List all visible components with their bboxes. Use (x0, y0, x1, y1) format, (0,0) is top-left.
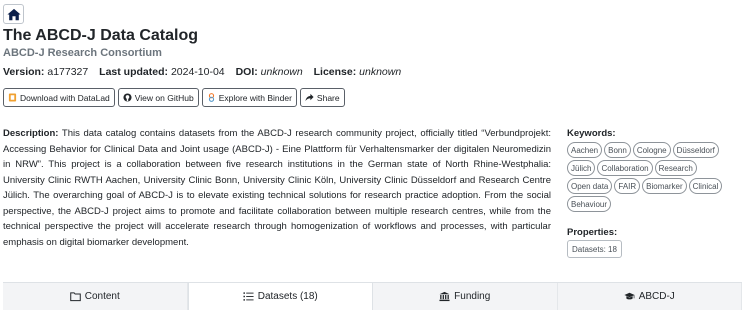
keyword-badge[interactable]: Clinical (688, 178, 723, 194)
page-subtitle: ABCD-J Research Consortium (3, 47, 162, 59)
graduation-cap-icon (624, 292, 635, 300)
description-label: Description: (3, 128, 59, 139)
catalog-description: Description: This data catalog contains … (3, 126, 551, 250)
home-icon (6, 8, 21, 20)
keyword-badge[interactable]: Behaviour (567, 196, 612, 212)
binder-icon (208, 93, 214, 102)
tab-content-label: Content (84, 291, 120, 302)
tab-content[interactable]: Content (3, 283, 188, 310)
description-text: This data catalog contains datasets from… (3, 128, 551, 248)
download-datalad-button[interactable]: Download with DataLad (3, 88, 115, 107)
share-label: Share (316, 92, 340, 103)
catalog-metadata: Version: a177327 Last updated: 2024-10-0… (3, 66, 401, 78)
datasets-count-badge: Datasets: 18 (567, 240, 622, 258)
datalad-icon (8, 93, 17, 102)
keyword-list: Aachen Bonn Cologne Düsseldorf Jülich Co… (567, 142, 739, 212)
keyword-badge[interactable]: Düsseldorf (672, 142, 719, 158)
download-datalad-label: Download with DataLad (20, 92, 110, 103)
share-button[interactable]: Share (299, 88, 345, 107)
folder-icon (69, 292, 81, 302)
catalog-tabs: Content Datasets (18) Funding ABCD-J (3, 282, 742, 310)
keyword-badge[interactable]: Bonn (604, 142, 631, 158)
doi-value: unknown (260, 66, 303, 78)
action-toolbar: Download with DataLad View on GitHub Exp… (3, 88, 345, 107)
keyword-badge[interactable]: Aachen (567, 142, 603, 158)
tab-abcdj-label: ABCD-J (638, 291, 675, 302)
explore-binder-label: Explore with Binder (218, 92, 292, 103)
view-github-button[interactable]: View on GitHub (117, 88, 199, 107)
keyword-badge[interactable]: Open data (567, 178, 613, 194)
keyword-badge[interactable]: Biomarker (642, 178, 687, 194)
keyword-badge[interactable]: Jülich (567, 160, 596, 176)
doi-label: DOI: (235, 66, 258, 78)
license-label: License: (313, 66, 357, 78)
keyword-badge[interactable]: FAIR (614, 178, 641, 194)
updated-value: 2024-10-04 (170, 66, 225, 78)
list-icon (243, 292, 254, 301)
tab-datasets[interactable]: Datasets (18) (187, 283, 373, 310)
tab-funding[interactable]: Funding (373, 283, 558, 310)
license-value: unknown (359, 66, 402, 78)
tab-datasets-label: Datasets (18) (257, 291, 318, 302)
tab-abcdj[interactable]: ABCD-J (558, 283, 742, 310)
version-label: Version: (3, 66, 45, 78)
properties-heading: Properties: (567, 227, 618, 238)
share-icon (305, 93, 314, 102)
home-button[interactable] (3, 4, 24, 24)
github-icon (123, 93, 132, 102)
updated-label: Last updated: (99, 66, 169, 78)
view-github-label: View on GitHub (134, 92, 194, 103)
bank-icon (439, 291, 450, 302)
keywords-heading: Keywords: (567, 128, 616, 139)
explore-binder-button[interactable]: Explore with Binder (201, 88, 297, 107)
keyword-badge[interactable]: Collaboration (597, 160, 653, 176)
page-title: The ABCD-J Data Catalog (3, 27, 198, 44)
version-value: a177327 (47, 66, 89, 78)
tab-funding-label: Funding (454, 291, 491, 302)
keyword-badge[interactable]: Research (654, 160, 697, 176)
keyword-badge[interactable]: Cologne (632, 142, 671, 158)
